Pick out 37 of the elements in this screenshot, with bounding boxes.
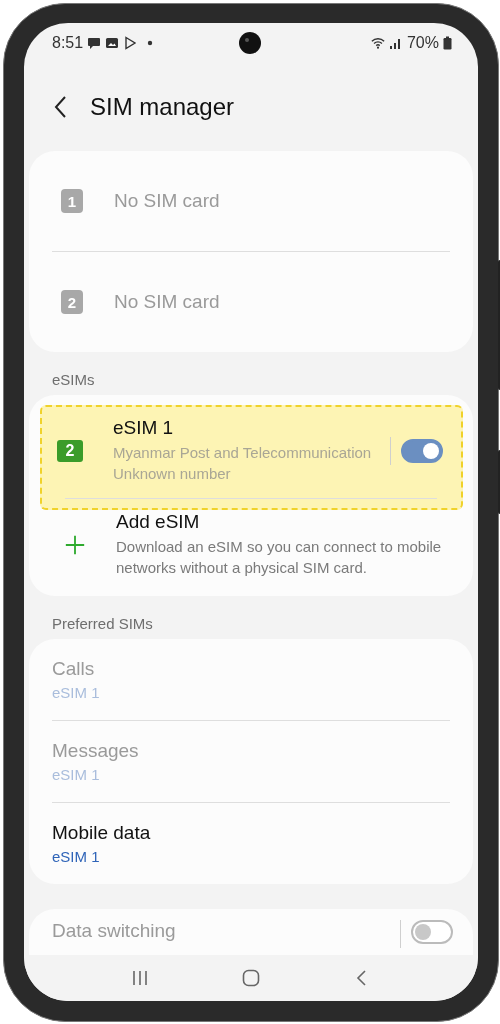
add-esim-title: Add eSIM <box>116 511 201 533</box>
battery-percentage: 70% <box>406 34 439 52</box>
image-icon <box>105 36 120 50</box>
page-title: SIM manager <box>90 93 235 121</box>
section-heading: Preferred SIMs <box>51 614 154 634</box>
add-esim-description: Download an eSIM so you can connect to mobile networks without a physical SIM card. <box>116 537 443 578</box>
camera-hole <box>239 32 261 54</box>
preferred-sim-label: Calls <box>52 658 96 680</box>
status-time: 8:51 <box>52 34 84 52</box>
notification-dot-icon <box>147 40 154 46</box>
home-icon[interactable] <box>241 968 261 988</box>
esim-detail: Myanmar Post and Telecommunication <box>113 443 373 463</box>
data-switching-toggle[interactable] <box>411 920 453 944</box>
data-switching-label: Data switching <box>52 920 177 942</box>
preferred-sim-value: eSIM 1 <box>52 684 101 701</box>
preferred-sim-label: Mobile data <box>52 822 152 844</box>
esim-item[interactable]: 2 eSIM 1 Myanmar Post and Telecommunication Unknown number <box>40 405 463 510</box>
esim-toggle[interactable] <box>401 438 443 463</box>
preferred-sim-value: eSIM 1 <box>52 766 101 783</box>
esim-detail: Unknown number <box>113 464 232 484</box>
plus-icon <box>64 533 86 556</box>
esim-name: eSIM 1 <box>113 417 175 439</box>
back-icon[interactable] <box>54 95 68 119</box>
sim-card-icon: 1 <box>61 189 83 213</box>
wifi-icon <box>370 36 385 50</box>
play-icon <box>123 36 138 50</box>
sim-slot-label: No SIM card <box>114 291 220 313</box>
preferred-sim-label: Messages <box>52 740 140 762</box>
preferred-sim-value: eSIM 1 <box>52 848 101 865</box>
chat-icon <box>87 36 102 50</box>
battery-icon <box>443 36 452 50</box>
signal-icon <box>388 36 403 50</box>
preferred-sim-item[interactable]: Mobile data eSIM 1 <box>29 803 473 884</box>
sim-card-icon: 2 <box>61 290 83 314</box>
sim-slot-label: No SIM card <box>114 190 220 212</box>
section-heading: eSIMs <box>51 370 96 390</box>
esim-chip-icon: 2 <box>57 439 83 462</box>
